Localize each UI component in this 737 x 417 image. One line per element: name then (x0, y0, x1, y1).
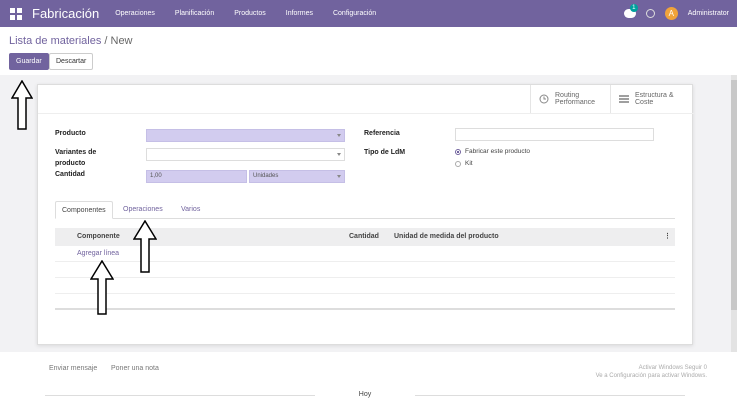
breadcrumb-current: New (110, 35, 133, 47)
menu-operaciones[interactable]: Operaciones (115, 10, 155, 17)
radio-dot-icon (455, 160, 461, 167)
top-navbar: Fabricación Operaciones Planificación Pr… (0, 0, 737, 27)
variantes-field[interactable] (146, 148, 345, 161)
producto-field[interactable] (146, 129, 345, 142)
tipo-ldm-label: Tipo de LdM (364, 149, 406, 156)
apps-menu-icon[interactable] (10, 7, 24, 20)
add-line-link[interactable]: Agregar línea (55, 250, 119, 257)
radio-fabricar-label: Fabricar este producto (465, 148, 531, 155)
breadcrumb-separator: / (101, 35, 111, 47)
app-brand[interactable]: Fabricación (32, 6, 99, 21)
routing-performance-button[interactable]: Routing Performance (530, 85, 610, 113)
menu-planificacion[interactable]: Planificación (175, 10, 214, 17)
tab-varios[interactable]: Varios (175, 201, 206, 219)
chevron-down-icon (337, 134, 341, 137)
producto-label: Producto (55, 130, 86, 137)
estructura-label-1: Estructura & (635, 92, 674, 99)
clock-icon (539, 94, 549, 104)
estructura-label-2: Coste (635, 99, 654, 106)
unidad-value: Unidades (253, 173, 279, 179)
tab-componentes[interactable]: Componentes (55, 201, 113, 219)
annotation-arrow-icon (133, 220, 157, 273)
today-label: Hoy (358, 391, 372, 398)
menu-productos[interactable]: Productos (234, 10, 266, 17)
annotation-arrow-icon (90, 260, 114, 315)
watermark-line-2: Ve a Configuración para activar Windows. (595, 373, 707, 379)
chatter: Enviar mensaje Poner una nota Activar Wi… (0, 352, 737, 417)
table-row (55, 278, 675, 294)
log-note-button[interactable]: Poner una nota (111, 365, 159, 372)
menu-configuracion[interactable]: Configuración (333, 10, 376, 17)
chat-icon[interactable]: 1 (623, 4, 638, 18)
col-cantidad[interactable]: Cantidad (349, 228, 379, 246)
col-componente[interactable]: Componente (77, 228, 120, 246)
save-button[interactable]: Guardar (9, 53, 49, 70)
annotation-arrow-icon (11, 80, 33, 130)
form-sheet: Routing Performance Estructura & Coste Pro… (37, 84, 694, 345)
routing-label-1: Routing (555, 92, 580, 99)
variantes-label-2: producto (55, 160, 86, 167)
unidad-field[interactable]: Unidades (249, 170, 345, 183)
chat-badge: 1 (629, 4, 638, 12)
tab-operaciones[interactable]: Operaciones (117, 201, 169, 219)
menu-informes[interactable]: Informes (286, 10, 313, 17)
referencia-field[interactable] (455, 128, 654, 141)
column-options-icon[interactable]: ⋮ (664, 228, 671, 246)
bars-icon (619, 95, 629, 103)
activity-clock-icon[interactable] (645, 9, 655, 18)
routing-label-2: Performance (555, 99, 596, 106)
user-avatar[interactable]: A (664, 7, 678, 20)
control-panel: Lista de materiales / New Guardar Descar… (0, 27, 737, 75)
radio-dot-icon (455, 148, 461, 155)
watermark-line-1: Activar Windows Seguir 0 (638, 365, 707, 371)
breadcrumb-parent[interactable]: Lista de materiales (9, 35, 101, 47)
radio-fabricar[interactable]: Fabricar este producto (455, 148, 530, 155)
discard-button[interactable]: Descartar (49, 53, 94, 70)
chevron-down-icon (337, 153, 341, 156)
variantes-label: Variantes de (55, 149, 97, 156)
table-row (55, 294, 675, 310)
referencia-label: Referencia (364, 130, 400, 137)
estructura-coste-button[interactable]: Estructura & Coste (610, 85, 694, 113)
cantidad-field[interactable]: 1,00 (146, 170, 247, 183)
breadcrumb: Lista de materiales / New (9, 35, 133, 47)
radio-kit-label: Kit (465, 160, 473, 167)
smart-buttons-divider (38, 113, 694, 114)
user-name[interactable]: Administrator (688, 10, 729, 17)
col-unidad[interactable]: Unidad de medida del producto (394, 228, 499, 246)
cantidad-label: Cantidad (55, 171, 85, 178)
scrollbar-thumb[interactable] (731, 80, 737, 310)
today-separator: Hoy (45, 390, 685, 400)
windows-watermark: Activar Windows Seguir 0 Ve a Configurac… (596, 364, 707, 380)
radio-kit[interactable]: Kit (455, 160, 473, 167)
notebook-tabs: Componentes Operaciones Varios (55, 201, 675, 219)
chevron-down-icon (337, 175, 341, 178)
send-message-button[interactable]: Enviar mensaje (49, 365, 97, 372)
